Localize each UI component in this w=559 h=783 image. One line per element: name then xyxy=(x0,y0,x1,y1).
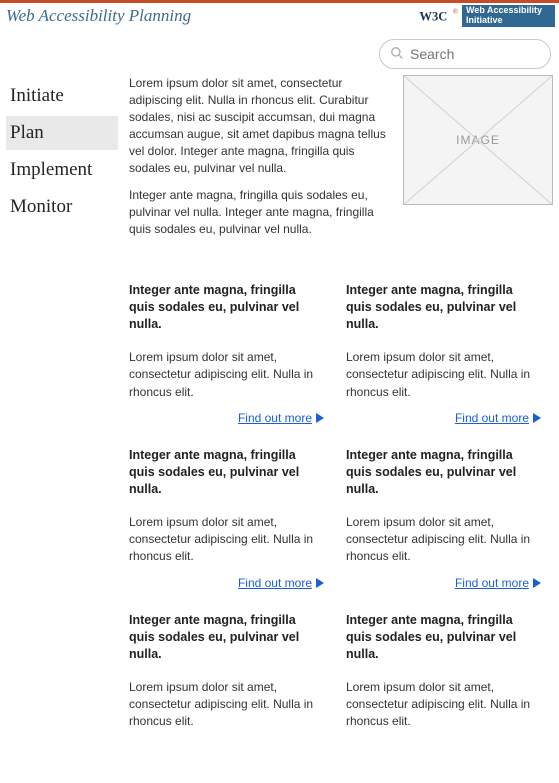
card-title: Integer ante magna, fringilla quis sodal… xyxy=(129,612,324,663)
search-input[interactable] xyxy=(410,46,540,62)
card-more-row: Find out more xyxy=(346,576,541,590)
search-icon xyxy=(390,46,410,63)
card-body: Lorem ipsum dolor sit amet, consectetur … xyxy=(346,679,541,731)
w3c-logo[interactable]: W3C ® xyxy=(418,5,460,27)
sidenav-item-plan[interactable]: Plan xyxy=(6,116,118,153)
cards-grid: Integer ante magna, fringilla quis sodal… xyxy=(129,282,553,740)
triangle-right-icon xyxy=(533,578,541,588)
intro-text: Lorem ipsum dolor sit amet, consectetur … xyxy=(129,75,391,248)
card-body: Lorem ipsum dolor sit amet, consectetur … xyxy=(346,514,541,566)
find-out-more-link[interactable]: Find out more xyxy=(455,411,529,425)
card-body: Lorem ipsum dolor sit amet, consectetur … xyxy=(129,349,324,401)
card-more-row: Find out more xyxy=(129,411,324,425)
card: Integer ante magna, fringilla quis sodal… xyxy=(346,612,541,741)
card-title: Integer ante magna, fringilla quis sodal… xyxy=(346,447,541,498)
sidenav-item-monitor[interactable]: Monitor xyxy=(6,190,118,227)
card-title: Integer ante magna, fringilla quis sodal… xyxy=(346,612,541,663)
search-row xyxy=(0,33,559,79)
wai-logo-line2: Initiative xyxy=(466,16,551,26)
card: Integer ante magna, fringilla quis sodal… xyxy=(129,612,324,741)
find-out-more-link[interactable]: Find out more xyxy=(238,411,312,425)
sidenav: Initiate Plan Implement Monitor xyxy=(6,79,118,227)
placeholder-cross-icon xyxy=(404,76,552,204)
card-more-row: Find out more xyxy=(346,411,541,425)
card-more-row: Find out more xyxy=(129,576,324,590)
card-body: Lorem ipsum dolor sit amet, consectetur … xyxy=(129,514,324,566)
triangle-right-icon xyxy=(316,578,324,588)
find-out-more-link[interactable]: Find out more xyxy=(455,576,529,590)
sidenav-item-initiate[interactable]: Initiate xyxy=(6,79,118,116)
card-body: Lorem ipsum dolor sit amet, consectetur … xyxy=(129,679,324,731)
card: Integer ante magna, fringilla quis sodal… xyxy=(129,447,324,590)
svg-text:®: ® xyxy=(453,7,458,15)
card-title: Integer ante magna, fringilla quis sodal… xyxy=(346,282,541,333)
wai-logo[interactable]: Web Accessibility Initiative xyxy=(462,5,555,27)
triangle-right-icon xyxy=(316,413,324,423)
card: Integer ante magna, fringilla quis sodal… xyxy=(346,447,541,590)
search-box[interactable] xyxy=(379,39,551,69)
site-title: Web Accessibility Planning xyxy=(4,6,418,26)
header: Web Accessibility Planning W3C ® Web Acce… xyxy=(0,3,559,33)
content-column: Lorem ipsum dolor sit amet, consectetur … xyxy=(129,79,553,741)
intro-paragraph-2: Integer ante magna, fringilla quis sodal… xyxy=(129,187,391,238)
card-body: Lorem ipsum dolor sit amet, consectetur … xyxy=(346,349,541,401)
svg-text:W3C: W3C xyxy=(419,9,447,23)
card: Integer ante magna, fringilla quis sodal… xyxy=(129,282,324,425)
card-title: Integer ante magna, fringilla quis sodal… xyxy=(129,282,324,333)
image-placeholder: IMAGE xyxy=(403,75,553,205)
triangle-right-icon xyxy=(533,413,541,423)
find-out-more-link[interactable]: Find out more xyxy=(238,576,312,590)
card: Integer ante magna, fringilla quis sodal… xyxy=(346,282,541,425)
intro-paragraph-1: Lorem ipsum dolor sit amet, consectetur … xyxy=(129,75,391,177)
card-title: Integer ante magna, fringilla quis sodal… xyxy=(129,447,324,498)
sidenav-item-implement[interactable]: Implement xyxy=(6,153,118,190)
